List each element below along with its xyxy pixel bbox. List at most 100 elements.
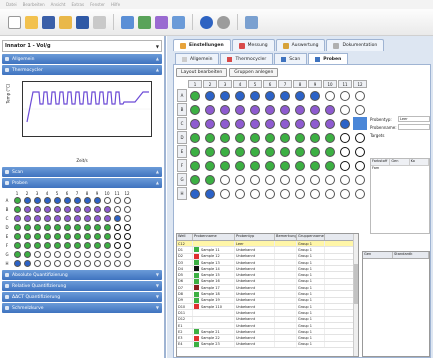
well[interactable] — [43, 242, 51, 249]
report-icon[interactable] — [172, 15, 185, 29]
collapse-icon[interactable]: ▲ — [156, 67, 159, 72]
section-quant[interactable]: Absolute Quantifizierung ▼ — [2, 270, 162, 280]
well[interactable] — [340, 118, 350, 129]
well[interactable] — [53, 242, 61, 249]
tab-dokumentation[interactable]: Dokumentation — [326, 39, 385, 51]
well[interactable] — [295, 90, 305, 101]
plate-col-header[interactable]: 8 — [293, 80, 307, 88]
menu-view[interactable]: Ansicht — [51, 2, 66, 7]
well[interactable] — [43, 260, 51, 267]
sample-color-swatch[interactable] — [194, 323, 199, 328]
well[interactable] — [235, 174, 245, 185]
well[interactable] — [43, 224, 51, 231]
well[interactable] — [103, 197, 111, 204]
well[interactable] — [235, 132, 245, 143]
well[interactable] — [33, 206, 41, 213]
well[interactable] — [73, 197, 81, 204]
sample-color-swatch[interactable] — [194, 260, 199, 266]
well[interactable] — [220, 104, 230, 115]
well[interactable] — [123, 224, 131, 231]
plate-row-header[interactable]: E — [177, 145, 187, 158]
well[interactable] — [113, 251, 121, 258]
well[interactable] — [340, 160, 350, 171]
well[interactable] — [123, 215, 131, 222]
well[interactable] — [235, 188, 245, 199]
well[interactable] — [73, 206, 81, 213]
sample-color-swatch[interactable] — [194, 285, 199, 291]
well[interactable] — [13, 197, 21, 204]
well[interactable] — [23, 233, 31, 240]
well[interactable] — [295, 174, 305, 185]
well[interactable] — [23, 197, 31, 204]
well[interactable] — [93, 224, 101, 231]
section-thermocycler[interactable]: Thermocycler ▲ — [2, 65, 162, 75]
expand-icon[interactable]: ▼ — [156, 272, 159, 277]
well[interactable] — [113, 206, 121, 213]
well[interactable] — [63, 233, 71, 240]
well[interactable] — [220, 174, 230, 185]
chevron-down-icon[interactable]: ▼ — [156, 44, 161, 49]
col-well[interactable]: Well — [177, 234, 193, 240]
well[interactable] — [103, 260, 111, 267]
well[interactable] — [280, 188, 290, 199]
scrollbar-thumb[interactable] — [354, 264, 358, 304]
well[interactable] — [235, 160, 245, 171]
open-folder-icon[interactable] — [25, 15, 38, 29]
well[interactable] — [340, 104, 350, 115]
well[interactable] — [23, 224, 31, 231]
well[interactable] — [73, 242, 81, 249]
well[interactable] — [310, 118, 320, 129]
col-gene[interactable]: Gen — [363, 252, 393, 258]
well[interactable] — [250, 118, 260, 129]
sample-color-swatch[interactable] — [194, 297, 199, 303]
well[interactable] — [325, 174, 335, 185]
well[interactable] — [250, 132, 260, 143]
well[interactable] — [250, 146, 260, 157]
well[interactable] — [205, 90, 215, 101]
well[interactable] — [83, 251, 91, 258]
well[interactable] — [205, 146, 215, 157]
well[interactable] — [265, 132, 275, 143]
plate-col-header[interactable]: 6 — [263, 80, 277, 88]
redo-icon[interactable] — [217, 15, 230, 29]
well[interactable] — [280, 146, 290, 157]
well[interactable] — [33, 224, 41, 231]
well[interactable] — [190, 118, 200, 129]
well[interactable] — [235, 90, 245, 101]
well[interactable] — [43, 215, 51, 222]
well[interactable] — [43, 197, 51, 204]
well[interactable] — [103, 206, 111, 213]
well[interactable] — [325, 160, 335, 171]
well[interactable] — [53, 215, 61, 222]
well[interactable] — [265, 174, 275, 185]
well[interactable] — [83, 197, 91, 204]
sample-name-field[interactable] — [398, 124, 430, 130]
col-type[interactable]: Probentyp — [235, 234, 275, 240]
well[interactable] — [250, 90, 260, 101]
collapse-icon[interactable]: ▲ — [156, 180, 159, 185]
well[interactable] — [220, 146, 230, 157]
well[interactable] — [73, 251, 81, 258]
well[interactable] — [33, 215, 41, 222]
well[interactable] — [63, 251, 71, 258]
well[interactable] — [340, 188, 350, 199]
menu-file[interactable]: Datei — [6, 2, 17, 7]
well[interactable] — [205, 104, 215, 115]
well[interactable] — [205, 188, 215, 199]
sample-color-swatch[interactable] — [194, 241, 199, 246]
well[interactable] — [13, 242, 21, 249]
save-icon[interactable] — [42, 15, 55, 29]
sample-color-swatch[interactable] — [194, 247, 199, 253]
well[interactable] — [220, 132, 230, 143]
well[interactable] — [23, 251, 31, 258]
well[interactable] — [295, 146, 305, 157]
plate-row-header[interactable]: D — [177, 131, 187, 144]
well[interactable] — [250, 104, 260, 115]
well[interactable] — [63, 206, 71, 213]
sample-color-swatch[interactable] — [194, 310, 199, 315]
well[interactable] — [93, 197, 101, 204]
well[interactable] — [295, 118, 305, 129]
well[interactable] — [265, 118, 275, 129]
well[interactable] — [280, 104, 290, 115]
well[interactable] — [23, 242, 31, 249]
